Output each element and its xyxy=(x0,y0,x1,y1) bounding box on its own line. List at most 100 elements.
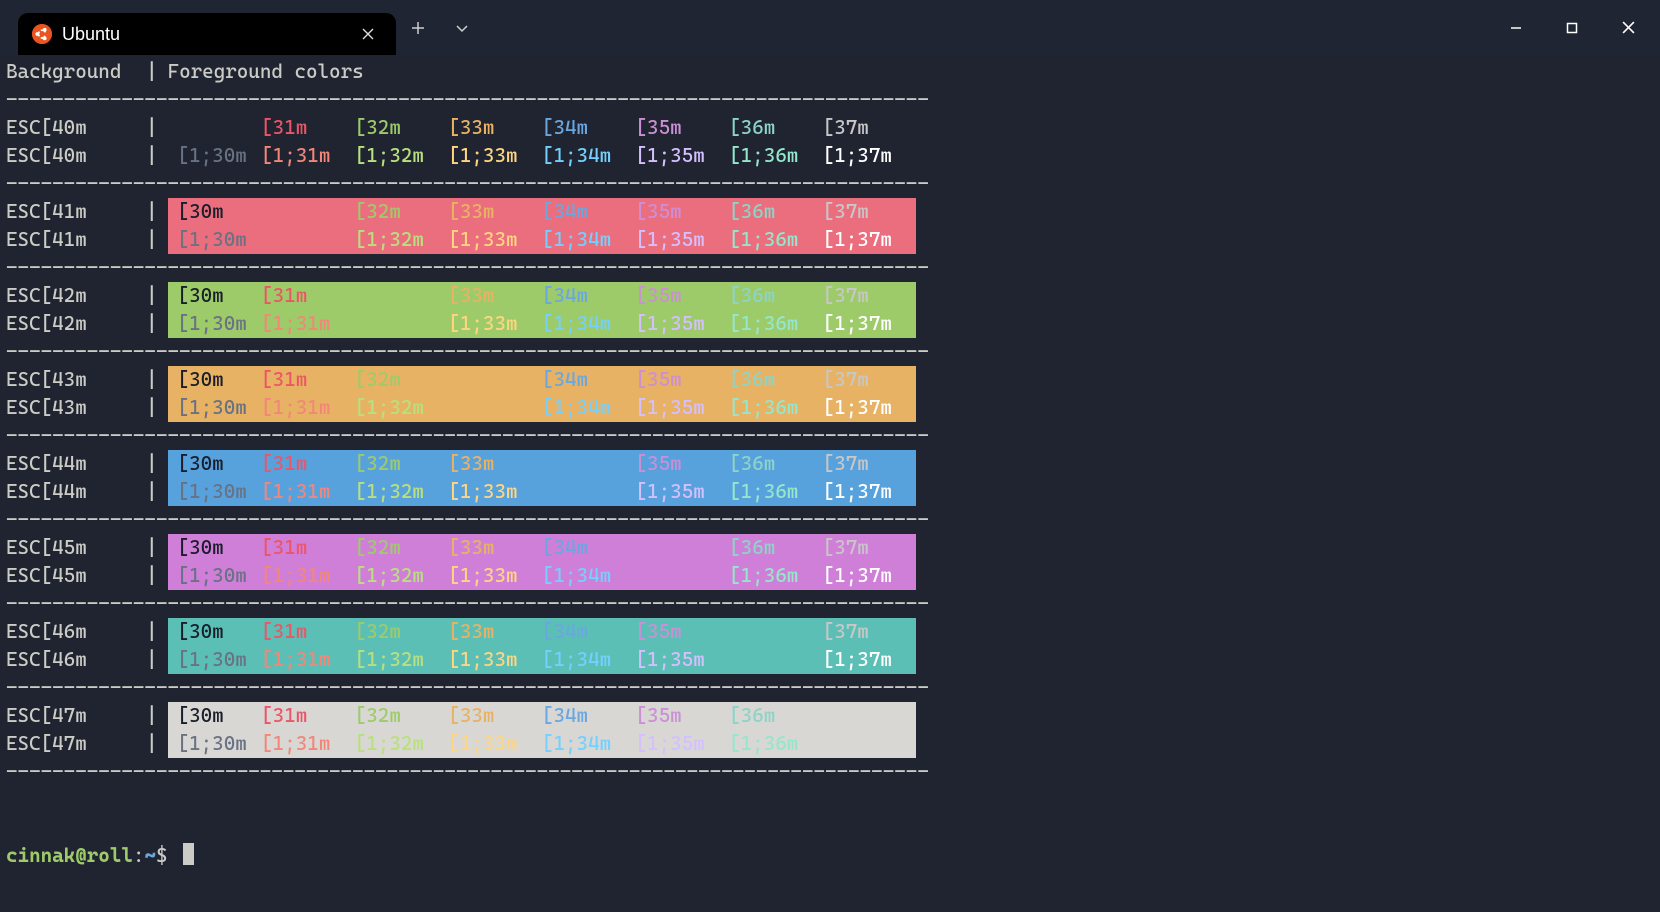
color-cell: [32m xyxy=(355,534,449,562)
bg-label: ESC[47m xyxy=(6,702,146,730)
color-cell: [32m xyxy=(355,366,449,394)
color-cell: [34m xyxy=(542,702,636,730)
color-cell: [31m xyxy=(261,702,355,730)
tab-dropdown-button[interactable] xyxy=(440,6,484,50)
color-cell: [30m xyxy=(168,618,262,646)
tab-ubuntu[interactable]: Ubuntu xyxy=(18,13,396,55)
color-strip: [30m[31m[32m[33m[34m[36m[37m xyxy=(168,534,917,562)
color-cell: [1;36m xyxy=(729,226,823,254)
bg-label: ESC[46m xyxy=(6,646,146,674)
color-cell: [33m xyxy=(448,450,542,478)
minimize-button[interactable] xyxy=(1488,6,1544,50)
color-cell: [30m xyxy=(168,366,262,394)
color-strip: [31m[32m[33m[34m[35m[36m[37m xyxy=(168,114,917,142)
color-strip: [30m[31m[32m[34m[35m[36m[37m xyxy=(168,366,917,394)
divider: ----------------------------------------… xyxy=(6,422,1654,450)
color-cell: [32m xyxy=(355,198,449,226)
color-cell: [1;35m xyxy=(636,226,730,254)
bg-label: ESC[44m xyxy=(6,450,146,478)
pipe: | xyxy=(146,702,158,730)
pipe: | xyxy=(146,618,158,646)
color-cell: [32m xyxy=(355,114,449,142)
color-row: ESC[44m| [1;30m[1;31m[1;32m[1;33m[1;35m[… xyxy=(6,478,1654,506)
color-cell: [33m xyxy=(448,114,542,142)
bg-label: ESC[42m xyxy=(6,310,146,338)
color-cell: [31m xyxy=(261,450,355,478)
bg-label: ESC[41m xyxy=(6,226,146,254)
close-tab-button[interactable] xyxy=(354,20,382,48)
color-cell: [1;34m xyxy=(542,730,636,758)
color-cell: [1;30m xyxy=(168,142,262,170)
color-cell: [30m xyxy=(168,282,262,310)
new-tab-button[interactable] xyxy=(396,6,440,50)
pipe: | xyxy=(146,730,158,758)
divider: ----------------------------------------… xyxy=(6,506,1654,534)
color-cell: [1;33m xyxy=(448,226,542,254)
color-cell: [36m xyxy=(729,534,823,562)
color-cell: [1;34m xyxy=(542,226,636,254)
divider: ----------------------------------------… xyxy=(6,170,1654,198)
color-cell: [1;32m xyxy=(355,226,449,254)
bg-label: ESC[43m xyxy=(6,366,146,394)
divider: ----------------------------------------… xyxy=(6,338,1654,366)
color-cell: [33m xyxy=(448,534,542,562)
color-cell: [35m xyxy=(636,366,730,394)
color-cell: [34m xyxy=(542,282,636,310)
color-cell: [35m xyxy=(636,450,730,478)
color-strip: [30m[31m[32m[33m[34m[35m[37m xyxy=(168,618,917,646)
pipe: | xyxy=(146,450,158,478)
color-row: ESC[41m| [30m[32m[33m[34m[35m[36m[37m xyxy=(6,198,1654,226)
color-cell: [35m xyxy=(636,618,730,646)
color-cell: [1;31m xyxy=(261,478,355,506)
color-cell: [1;31m xyxy=(261,142,355,170)
terminal-output[interactable]: Background| Foreground colors-----------… xyxy=(0,55,1660,870)
color-cell: [31m xyxy=(261,114,355,142)
pipe: | xyxy=(146,310,158,338)
color-cell: [37m xyxy=(823,618,917,646)
color-cell: [1;31m xyxy=(261,310,355,338)
color-cell: [1;32m xyxy=(355,646,449,674)
bg-label: ESC[47m xyxy=(6,730,146,758)
color-cell: [1;32m xyxy=(355,478,449,506)
color-cell: [30m xyxy=(168,702,262,730)
title-bar: Ubuntu xyxy=(0,0,1660,55)
color-cell: [1;33m xyxy=(448,310,542,338)
color-row: ESC[40m| [31m[32m[33m[34m[35m[36m[37m xyxy=(6,114,1654,142)
color-strip: [1;30m[1;32m[1;33m[1;34m[1;35m[1;36m[1;3… xyxy=(168,226,917,254)
color-strip: [30m[32m[33m[34m[35m[36m[37m xyxy=(168,198,917,226)
color-cell: [1;33m xyxy=(448,478,542,506)
divider: ----------------------------------------… xyxy=(6,674,1654,702)
color-cell: [1;30m xyxy=(168,730,262,758)
pipe: | xyxy=(146,142,158,170)
color-cell: [1;36m xyxy=(729,562,823,590)
prompt-line[interactable]: cinnak@roll:~$ xyxy=(6,842,1654,870)
color-cell: [37m xyxy=(823,366,917,394)
color-cell: [1;35m xyxy=(636,730,730,758)
bg-label: ESC[43m xyxy=(6,394,146,422)
pipe: | xyxy=(146,646,158,674)
bg-label: ESC[42m xyxy=(6,282,146,310)
color-cell: [37m xyxy=(823,282,917,310)
pipe: | xyxy=(146,114,158,142)
color-row: ESC[45m| [1;30m[1;31m[1;32m[1;33m[1;34m[… xyxy=(6,562,1654,590)
bg-label: ESC[40m xyxy=(6,142,146,170)
color-cell: [36m xyxy=(729,702,823,730)
color-cell: [1;31m xyxy=(261,730,355,758)
bg-label: ESC[41m xyxy=(6,198,146,226)
color-strip: [30m[31m[32m[33m[34m[35m[36m xyxy=(168,702,917,730)
color-row: ESC[46m| [1;30m[1;31m[1;32m[1;33m[1;34m[… xyxy=(6,646,1654,674)
close-window-button[interactable] xyxy=(1600,6,1656,50)
color-cell: [1;35m xyxy=(636,478,730,506)
color-cell: [1;36m xyxy=(729,310,823,338)
color-cell: [1;35m xyxy=(636,310,730,338)
color-cell: [34m xyxy=(542,198,636,226)
color-cell: [1;30m xyxy=(168,310,262,338)
color-cell: [1;31m xyxy=(261,646,355,674)
color-cell: [31m xyxy=(261,534,355,562)
color-row: ESC[40m| [1;30m[1;31m[1;32m[1;33m[1;34m[… xyxy=(6,142,1654,170)
color-row: ESC[42m| [1;30m[1;31m[1;33m[1;34m[1;35m[… xyxy=(6,310,1654,338)
maximize-button[interactable] xyxy=(1544,6,1600,50)
color-cell: [31m xyxy=(261,282,355,310)
color-cell: [37m xyxy=(823,198,917,226)
bg-label: ESC[45m xyxy=(6,562,146,590)
